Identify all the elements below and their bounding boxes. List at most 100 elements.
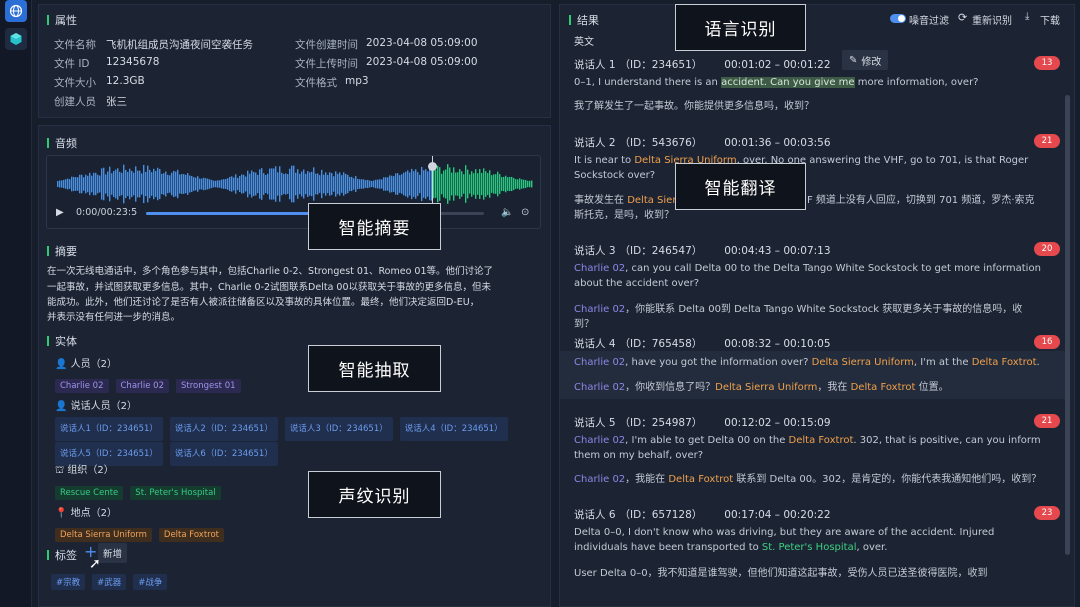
waveform-bar [137,170,139,198]
waveform-bar [251,170,253,198]
speaker-header-6: 说话人 6 （ID：657128） 00:17:04 – 00:20:22 [574,507,831,522]
waveform-bar [221,179,223,189]
speaker-id: （ID：234651） [619,59,703,71]
transcript-line[interactable]: It is near to Delta Sierra Uniform, over… [574,153,1042,183]
waveform-bar [121,172,123,196]
summary-title: 摘要 [47,243,77,259]
waveform-bar [139,170,141,198]
waveform-bar [281,172,283,196]
speaker-header-4: 说话人 4 （ID：765458） 00:08:32 – 00:10:05 [574,336,831,351]
feature-label-language: 语言识别 [675,4,806,51]
file-size-value: 12.3GB [106,75,145,87]
waveform-bar [379,179,381,189]
play-icon[interactable]: ▶ [56,207,64,218]
waveform-bar [273,168,275,200]
waveform-bar [189,175,191,193]
waveform-bar [69,179,71,189]
waveform-bar [183,174,185,194]
transcript-line[interactable]: 0–1, I understand there is an accident. … [574,75,1042,90]
waveform-bar [423,170,425,198]
waveform-bar [495,174,497,194]
entity-tag[interactable]: 说话人1（ID：234651） [55,417,163,441]
speaker-time: 00:08:32 – 00:10:05 [724,338,831,350]
speaker-header-5: 说话人 5 （ID：254987） 00:12:02 – 00:15:09 [574,415,831,430]
entity-tag[interactable]: 说话人6（ID：234651） [169,442,278,466]
waveform-bar [461,171,463,197]
waveform-bar [263,173,265,195]
entity-tag[interactable]: Delta Foxtrot [158,528,225,542]
waveform-bar [407,170,409,198]
waveform-bar [261,168,263,200]
entity-tag[interactable]: 说话人4（ID：234651） [399,417,508,441]
noise-filter-toggle[interactable] [890,14,906,23]
speaker-count-badge: 13 [1034,56,1060,70]
waveform-bar [415,169,417,199]
entity-tag[interactable]: 说话人3（ID：234651） [284,417,393,441]
translation-line[interactable]: User Delta 0–0，我不知道是谁驾驶，但他们知道这起事故，受伤人员已送… [574,566,1042,581]
waveform-bar [191,175,193,193]
entity-tag[interactable]: Delta Sierra Uniform [55,528,152,542]
entity-tag[interactable]: Charlie 02 [55,379,109,393]
waveform-bar [503,176,505,192]
rerecognize-button[interactable]: 重新识别 [972,12,1012,27]
download-button[interactable]: 下载 [1040,12,1060,27]
volume-icon[interactable]: 🔈 [501,207,513,218]
format-value: mp3 [345,75,369,87]
waveform-bar [205,178,207,190]
waveform-bar [289,168,291,200]
add-tag-button[interactable]: 新增 [98,543,128,563]
waveform[interactable] [47,159,542,209]
translation-line[interactable]: Charlie 02，你能联系 Delta 00到 Delta Tango Wh… [574,302,1042,332]
speaker-name: 说话人 1 [574,59,616,71]
waveform-bar [331,173,333,195]
edit-icon: ✎ [849,54,858,66]
waveform-bar [515,179,517,189]
waveform-bar [465,165,467,203]
cube-icon[interactable] [5,28,27,50]
playhead-handle[interactable] [428,162,437,171]
feature-label-voiceprint: 声纹识别 [308,471,441,518]
transcript-line[interactable]: Charlie 02, I'm able to get Delta 00 on … [574,433,1042,463]
refresh-icon[interactable]: ⟳ [958,11,967,24]
translation-line[interactable]: Charlie 02，我能在 Delta Foxtrot 联系到 Delta 0… [574,472,1042,487]
translation-line[interactable]: 我了解发生了一起事故。你能提供更多信息吗，收到？ [574,99,1042,114]
speaker-count-badge: 21 [1034,134,1060,148]
tag-chip[interactable]: #武器 [92,574,127,590]
waveform-bar [405,171,407,197]
transcript-line[interactable]: Delta 0–0, I don't know who was driving,… [574,525,1042,555]
waveform-bar [217,180,219,188]
waveform-bar [391,175,393,193]
edit-button[interactable]: ✎ 修改 [842,50,889,70]
file-size-label: 文件大小 [54,77,96,89]
waveform-bar [153,168,155,200]
tag-chip[interactable]: #宗教 [51,574,86,590]
translation-line[interactable]: 事故发生在 Delta Sierra Uniform 附近，收到。VHF 频道上… [574,193,1042,223]
entity-tag[interactable]: Strongest 01 [176,379,241,393]
download-icon[interactable]: ⤓ [1025,11,1029,22]
tag-chip[interactable]: #战争 [133,574,168,590]
waveform-bar [103,167,105,201]
waveform-bar [219,180,221,188]
transcript-line[interactable]: Charlie 02, can you call Delta 00 to the… [574,261,1042,291]
translation-line[interactable]: Charlie 02，你收到信息了吗？Delta Sierra Uniform，… [574,380,1042,395]
waveform-bar [419,174,421,194]
settings-icon[interactable]: ⊙ [521,207,529,218]
properties-title: 属性 [47,12,77,28]
entity-tag[interactable]: Rescue Cente [55,486,124,500]
location-pin-icon: 📍 [55,508,68,519]
entity-tag[interactable]: Charlie 02 [115,379,169,393]
waveform-bar [113,171,115,197]
waveform-bar [375,179,377,189]
globe-icon[interactable] [5,0,27,22]
waveform-bar [71,176,73,192]
waveform-bar [363,179,365,189]
entity-group-speaker: 👤 说话人员（2） [55,397,137,412]
waveform-bar [65,179,67,189]
results-scrollbar[interactable] [1065,95,1070,555]
transcript-line[interactable]: Charlie 02, have you got the information… [574,355,1042,370]
entity-tag[interactable]: 说话人2（ID：234651） [169,417,278,441]
audio-player: ▶ 0:00/00:23:5 🔈 ⊙ [46,155,541,229]
entity-tag[interactable]: St. Peter's Hospital [130,486,221,500]
waveform-bar [245,176,247,192]
speaker-name: 说话人 5 [574,417,616,429]
